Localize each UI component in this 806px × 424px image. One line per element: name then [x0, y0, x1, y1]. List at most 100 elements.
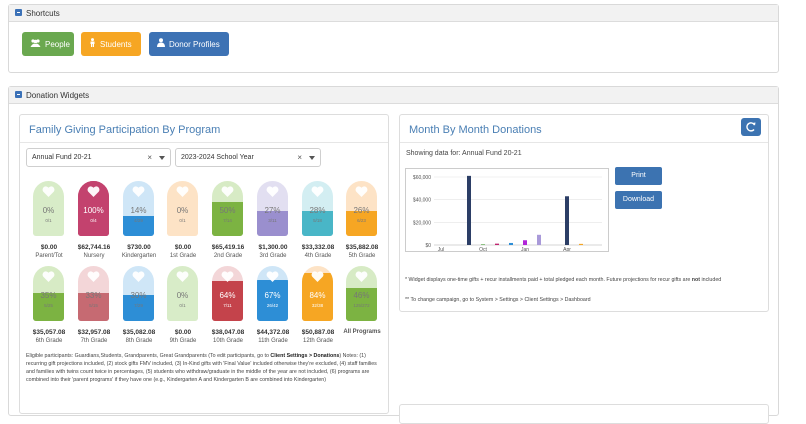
heart-icon — [221, 270, 234, 282]
download-button[interactable]: Download — [615, 191, 662, 209]
people-button-label: People — [45, 40, 70, 49]
divider — [400, 142, 768, 143]
participation-count: 4/29 — [134, 218, 143, 223]
month-donations-title: Month By Month Donations — [409, 124, 542, 136]
participation-percent: 14% — [130, 206, 147, 215]
program-label: All Programs — [343, 329, 381, 335]
heart-icon — [132, 270, 145, 282]
students-button[interactable]: Students — [81, 32, 141, 56]
participation-percent: 84% — [309, 291, 326, 300]
student-icon — [89, 32, 96, 56]
participation-percent: 0% — [42, 206, 55, 215]
year-select[interactable]: 2023-2024 School Year × — [175, 148, 321, 167]
participation-percent: 26% — [353, 206, 370, 215]
collapse-icon[interactable] — [15, 91, 22, 99]
chart-bar[interactable] — [523, 240, 527, 245]
participation-tag: 35% 5/25 — [33, 266, 64, 321]
participation-tag: 30% 7/29 — [123, 266, 154, 321]
refresh-button[interactable] — [741, 118, 761, 136]
participation-fill — [212, 280, 243, 321]
chart-bar[interactable] — [565, 196, 569, 245]
chart-bar[interactable] — [579, 243, 583, 245]
donor-profiles-button[interactable]: Donor Profiles — [149, 32, 229, 56]
participation-fill — [346, 211, 377, 236]
year-select-value: 2023-2024 School Year — [181, 154, 254, 161]
print-button[interactable]: Print — [615, 167, 662, 185]
participation-tag: 0% 0/1 — [33, 181, 64, 236]
x-tick-label: Jan — [521, 247, 529, 251]
chevron-down-icon[interactable] — [159, 156, 165, 160]
chart-bar[interactable] — [481, 244, 485, 245]
participation-tag: 27% 3/11 — [257, 181, 288, 236]
clear-icon[interactable]: × — [147, 149, 152, 166]
people-button[interactable]: People — [22, 32, 74, 56]
participation-tag: 100% 0/4 — [78, 181, 109, 236]
heart-icon — [311, 185, 324, 197]
participation-percent: 30% — [130, 291, 147, 300]
monthly-chart: $0 $20,000 $40,000 $60,000 Jul Oct Jan Apr — [405, 168, 609, 253]
participation-count: 32/38 — [311, 303, 324, 308]
participation-tag: 0% 0/1 — [167, 266, 198, 321]
participation-count: 5/25 — [44, 303, 53, 308]
participation-count: 6/23 — [357, 218, 366, 223]
participation-tag: 33% 5/15 — [78, 266, 109, 321]
participation-count: 5/18 — [313, 218, 322, 223]
y-tick-label: $60,000 — [413, 175, 431, 181]
heart-icon — [266, 185, 279, 197]
participation-count: 5/15 — [89, 303, 98, 308]
participation-count: 125/272 — [353, 303, 370, 308]
chevron-down-icon[interactable] — [309, 156, 315, 160]
heart-icon — [87, 185, 100, 197]
participation-count: 3/11 — [268, 218, 277, 223]
family-giving-title: Family Giving Participation By Program — [29, 124, 221, 136]
divider — [20, 142, 388, 143]
participation-count: 7/11 — [223, 303, 232, 308]
participation-tag: 46% 125/272 — [346, 266, 377, 321]
participation-percent: 0% — [176, 291, 189, 300]
participation-percent: 35% — [40, 291, 57, 300]
participation-fill — [257, 279, 288, 321]
students-button-label: Students — [100, 40, 132, 49]
collapse-icon[interactable] — [15, 9, 22, 17]
people-icon — [30, 32, 41, 56]
participation-percent: 33% — [85, 291, 102, 300]
chart-bar[interactable] — [537, 234, 541, 245]
participation-tag: 67% 26/42 — [257, 266, 288, 321]
chart-bar[interactable] — [495, 243, 499, 245]
campaign-select[interactable]: Annual Fund 20-21 × — [26, 148, 171, 167]
participation-percent: 0% — [176, 206, 189, 215]
clear-icon[interactable]: × — [297, 149, 302, 166]
heart-icon — [176, 185, 189, 197]
heart-icon — [355, 185, 368, 197]
x-tick-label: Oct — [479, 247, 487, 251]
participation-tag: 26% 6/23 — [346, 181, 377, 236]
chart-bar[interactable] — [467, 175, 471, 245]
showing-data-text: Showing data for: Annual Fund 20-21 — [406, 150, 522, 157]
participation-percent: 28% — [309, 206, 326, 215]
participation-count: 0/1 — [179, 303, 186, 308]
heart-icon — [266, 270, 279, 282]
footnote-text: included — [700, 277, 722, 283]
participation-tag: 28% 5/18 — [302, 181, 333, 236]
footnote-text: * Widget displays one-time gifts + recur… — [405, 277, 692, 283]
footnote-recur: * Widget displays one-time gifts + recur… — [405, 276, 765, 284]
x-tick-label: Jul — [438, 247, 444, 251]
refresh-icon — [746, 122, 756, 132]
participation-percent: 27% — [264, 206, 281, 215]
y-tick-label: $40,000 — [413, 198, 431, 204]
participation-count: 0/4 — [90, 218, 97, 223]
participation-tag: 0% 0/1 — [167, 181, 198, 236]
donation-widgets-title: Donation Widgets — [26, 91, 90, 100]
heart-icon — [42, 270, 55, 282]
donation-widgets-header[interactable]: Donation Widgets — [9, 87, 778, 104]
notes-text: Eligible participants: Guardians,Student… — [26, 353, 271, 359]
participation-percent: 50% — [219, 206, 236, 215]
shortcuts-title: Shortcuts — [26, 9, 60, 18]
participation-count: 0/1 — [45, 218, 52, 223]
donor-profiles-button-label: Donor Profiles — [169, 40, 220, 49]
next-widget — [399, 404, 769, 424]
y-tick-label: $0 — [425, 243, 431, 249]
client-settings-link[interactable]: Client Settings > Donations — [270, 353, 339, 359]
shortcuts-header[interactable]: Shortcuts — [9, 5, 778, 22]
chart-bar[interactable] — [509, 242, 513, 245]
